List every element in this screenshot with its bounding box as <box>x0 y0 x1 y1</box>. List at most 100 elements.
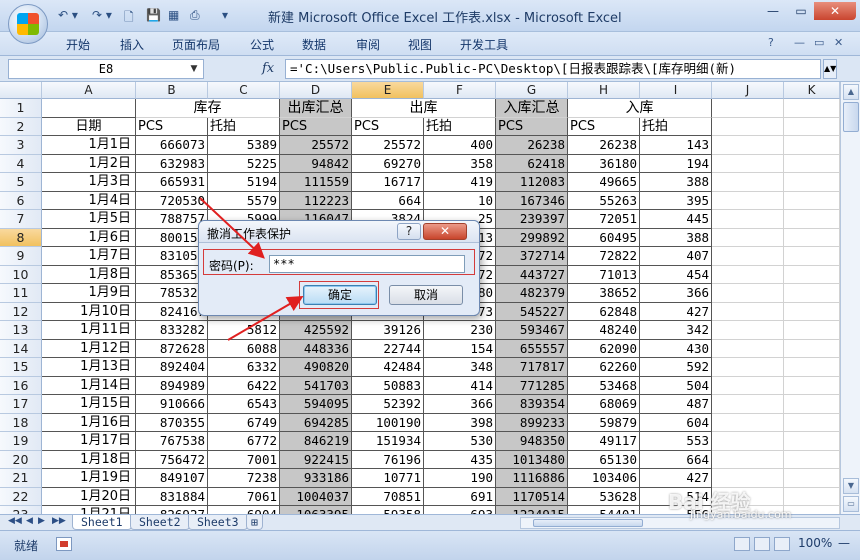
data-cell[interactable]: 487 <box>640 395 712 414</box>
data-cell[interactable]: 62090 <box>568 339 640 358</box>
data-cell[interactable]: 38652 <box>568 284 640 303</box>
data-cell[interactable]: 756472 <box>136 450 208 469</box>
data-cell[interactable]: 25572 <box>352 136 424 155</box>
data-cell[interactable]: 922415 <box>280 450 352 469</box>
empty-cell[interactable] <box>712 99 784 118</box>
redo-icon[interactable]: ↷ ▾ <box>92 8 112 22</box>
date-cell[interactable]: 1月16日 <box>42 413 136 432</box>
empty-cell[interactable] <box>784 247 840 266</box>
scroll-thumb[interactable] <box>843 102 859 132</box>
data-cell[interactable]: 52392 <box>352 395 424 414</box>
data-cell[interactable]: 6543 <box>208 395 280 414</box>
zoom-level[interactable]: 100% <box>798 536 832 550</box>
data-cell[interactable]: 448336 <box>280 339 352 358</box>
data-cell[interactable]: 53628 <box>568 487 640 506</box>
column-header-b[interactable]: B <box>136 82 208 99</box>
data-cell[interactable]: 870355 <box>136 413 208 432</box>
data-cell[interactable]: 414 <box>424 376 496 395</box>
row-header-1[interactable]: 1 <box>0 99 42 118</box>
data-cell[interactable]: 1170514 <box>496 487 568 506</box>
empty-cell[interactable] <box>712 469 784 488</box>
empty-cell[interactable] <box>712 432 784 451</box>
data-cell[interactable]: 504 <box>640 376 712 395</box>
customize-toolbar-icon[interactable]: ▾ <box>222 8 228 22</box>
format-icon[interactable]: ▦ <box>168 8 179 22</box>
data-cell[interactable]: 593467 <box>496 321 568 340</box>
data-cell[interactable]: 398 <box>424 413 496 432</box>
column-header-j[interactable]: J <box>712 82 784 99</box>
tab-data[interactable]: 数据 <box>302 36 326 53</box>
date-cell[interactable]: 1月20日 <box>42 487 136 506</box>
empty-cell[interactable] <box>712 413 784 432</box>
scroll-split-icon[interactable]: ▭ <box>843 496 859 512</box>
row-header-11[interactable]: 11 <box>0 284 42 303</box>
data-cell[interactable]: 388 <box>640 228 712 247</box>
page-break-view-icon[interactable] <box>774 537 790 551</box>
data-cell[interactable]: 59879 <box>568 413 640 432</box>
data-cell[interactable]: 358 <box>424 154 496 173</box>
data-cell[interactable]: 1116886 <box>496 469 568 488</box>
data-cell[interactable]: 530 <box>424 432 496 451</box>
data-cell[interactable]: 94842 <box>280 154 352 173</box>
data-cell[interactable]: 894989 <box>136 376 208 395</box>
data-cell[interactable]: 36180 <box>568 154 640 173</box>
data-cell[interactable]: 42484 <box>352 358 424 377</box>
empty-cell[interactable] <box>712 358 784 377</box>
row-header-4[interactable]: 4 <box>0 154 42 173</box>
data-cell[interactable]: 7238 <box>208 469 280 488</box>
date-cell[interactable]: 1月1日 <box>42 136 136 155</box>
data-cell[interactable]: 72051 <box>568 210 640 229</box>
data-cell[interactable]: 112083 <box>496 173 568 192</box>
column-header-i[interactable]: I <box>640 82 712 99</box>
select-all-corner[interactable] <box>0 82 42 99</box>
data-cell[interactable]: 872628 <box>136 339 208 358</box>
data-cell[interactable]: 655557 <box>496 339 568 358</box>
data-cell[interactable]: 6904 <box>208 506 280 514</box>
horizontal-scrollbar[interactable] <box>520 517 840 529</box>
data-cell[interactable]: 111559 <box>280 173 352 192</box>
data-cell[interactable]: 62848 <box>568 302 640 321</box>
date-cell[interactable]: 1月21日 <box>42 506 136 514</box>
empty-cell[interactable] <box>712 210 784 229</box>
data-cell[interactable]: 6772 <box>208 432 280 451</box>
data-cell[interactable]: 666073 <box>136 136 208 155</box>
date-cell[interactable]: 1月15日 <box>42 395 136 414</box>
data-cell[interactable]: 70851 <box>352 487 424 506</box>
data-cell[interactable]: 366 <box>640 284 712 303</box>
maximize-button[interactable]: ▭ <box>788 2 814 20</box>
data-cell[interactable]: 49665 <box>568 173 640 192</box>
data-cell[interactable]: 103406 <box>568 469 640 488</box>
last-sheet-icon[interactable]: ▶▶ <box>52 516 66 526</box>
date-cell[interactable]: 1月19日 <box>42 469 136 488</box>
data-cell[interactable]: 6749 <box>208 413 280 432</box>
date-cell[interactable]: 1月3日 <box>42 173 136 192</box>
data-cell[interactable]: 55263 <box>568 191 640 210</box>
empty-cell[interactable] <box>784 173 840 192</box>
data-cell[interactable]: 48240 <box>568 321 640 340</box>
empty-cell[interactable] <box>784 117 840 136</box>
data-cell[interactable]: 419 <box>424 173 496 192</box>
sheet-tab-sheet1[interactable]: Sheet1 <box>72 515 132 530</box>
row-header-18[interactable]: 18 <box>0 413 42 432</box>
cancel-button[interactable]: 取消 <box>389 285 463 305</box>
row-header-3[interactable]: 3 <box>0 136 42 155</box>
date-cell[interactable]: 1月10日 <box>42 302 136 321</box>
date-cell[interactable]: 1月17日 <box>42 432 136 451</box>
column-header-g[interactable]: G <box>496 82 568 99</box>
zoom-out-icon[interactable]: — <box>838 536 850 550</box>
data-cell[interactable]: 167346 <box>496 191 568 210</box>
data-cell[interactable]: 68069 <box>568 395 640 414</box>
column-header-a[interactable]: A <box>42 82 136 99</box>
help-icon[interactable]: ? <box>768 36 774 49</box>
empty-cell[interactable] <box>784 506 840 514</box>
vertical-scrollbar[interactable]: ▲ ▼ ▭ <box>840 82 860 514</box>
empty-cell[interactable] <box>784 469 840 488</box>
normal-view-icon[interactable] <box>734 537 750 551</box>
data-cell[interactable]: 771285 <box>496 376 568 395</box>
data-cell[interactable]: 445 <box>640 210 712 229</box>
scroll-up-icon[interactable]: ▲ <box>843 84 859 100</box>
data-cell[interactable]: 5579 <box>208 191 280 210</box>
data-cell[interactable]: 190 <box>424 469 496 488</box>
data-cell[interactable]: 427 <box>640 302 712 321</box>
empty-cell[interactable] <box>712 265 784 284</box>
